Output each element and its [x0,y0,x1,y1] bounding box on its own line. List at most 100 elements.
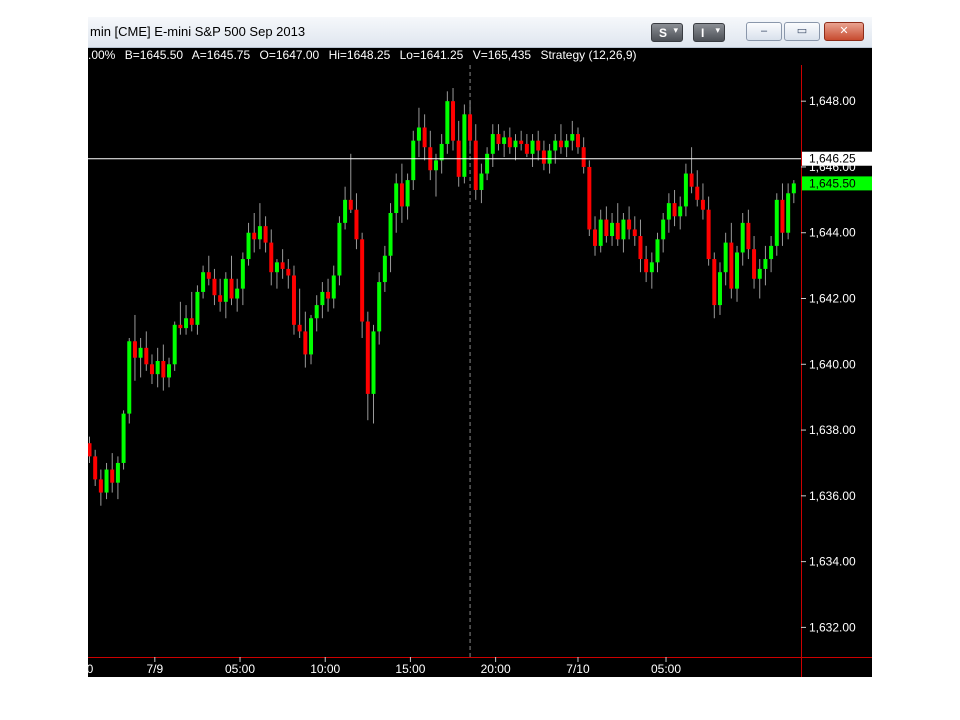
candle-up [201,272,206,292]
candle-down [297,324,302,332]
candle-up [433,160,438,171]
candle-down [144,347,149,365]
candle-up [735,252,740,289]
candle-up [530,140,535,154]
time-tick-label: 7/9 [146,662,163,676]
s-dropdown-button[interactable]: S ▾ [651,23,683,42]
close-button[interactable]: ✕ [824,22,864,41]
candle-up [757,268,762,279]
candle-up [257,226,262,240]
candle-down [536,140,541,151]
candle-down [593,229,598,246]
candle-up [564,140,569,148]
candle-up [343,199,348,223]
plot-background [88,65,872,677]
candle-up [610,222,615,237]
candle-up [371,331,376,394]
candle-up [155,361,160,375]
candle-up [377,282,382,332]
candle-down [468,114,473,141]
candle-down [672,203,677,217]
candle-up [445,101,450,144]
candle-down [360,239,365,322]
candle-down [189,318,194,325]
candle-up [490,134,495,154]
candle-down [286,268,291,276]
candle-down [712,259,717,306]
candle-down [422,127,427,148]
bid-value: B=1645.50 [124,48,184,62]
restore-button[interactable]: ▭ [784,22,820,41]
time-tick-label: 05:00 [651,662,681,676]
candle-down [110,469,115,483]
price-tick-label: 1,636.00 [809,489,856,503]
change-percent: .00% [88,48,116,62]
candle-down [229,278,234,299]
candle-up [382,255,387,283]
candle-down [729,242,734,289]
candle-up [513,140,518,148]
candle-up [331,275,336,299]
price-tick-label: 1,648.00 [809,94,856,108]
candle-up [388,213,393,256]
candle-up [666,203,671,220]
candle-down [746,222,751,250]
candle-down [473,140,478,190]
candle-down [706,209,711,260]
candle-up [223,278,228,302]
candle-up [184,318,189,329]
minimize-button[interactable]: – [746,22,782,41]
time-tick-label: 10:00 [310,662,340,676]
candle-up [411,140,416,181]
title-bar[interactable]: min [CME] E-mini S&P 500 Sep 2013 S ▾ I … [88,17,872,48]
candle-up [195,291,200,325]
candle-down [627,219,632,230]
candle-down [365,321,370,394]
candle-up [121,413,126,463]
candle-down [496,134,501,144]
candle-down [632,229,637,237]
candle-down [348,199,353,210]
s-button-label: S [659,26,668,40]
candle-up [172,324,177,365]
candle-down [88,443,92,457]
candle-up [621,219,626,240]
candle-up [547,150,552,164]
restore-icon: ▭ [796,25,808,37]
chart-window: min [CME] E-mini S&P 500 Sep 2013 S ▾ I … [88,17,872,677]
candle-up [655,239,660,263]
candle-down [132,341,137,358]
study-label: Strategy (12,26,9) [540,48,637,62]
candle-down [93,456,98,480]
candle-up [462,114,467,177]
candle-up [246,232,251,260]
chevron-down-icon: ▾ [715,25,720,35]
last-price-label: 1,645.50 [809,176,856,190]
candle-down [700,199,705,210]
candle-down [161,361,166,378]
candle-up [309,318,314,355]
candle-up [104,469,109,493]
candle-down [587,166,592,230]
candle-up [138,347,143,358]
candle-up [439,143,444,161]
candle-down [218,295,223,302]
chevron-down-icon: ▾ [673,25,678,35]
candle-down [780,199,785,233]
candlestick-chart[interactable]: 1,632.00 1,634.00 1,636.00 1,638.00 1,640.00… [88,65,872,677]
candle-down [752,249,757,279]
price-tick-label: 1,638.00 [809,423,856,437]
candle-down [252,232,257,240]
candle-up [723,242,728,273]
candle-up [786,193,791,233]
candle-down [303,331,308,355]
candle-up [167,364,172,378]
minimize-icon: – [760,25,768,37]
i-dropdown-button[interactable]: I ▾ [693,23,725,42]
candle-down [558,140,563,148]
candle-up [502,137,507,144]
i-button-label: I [701,26,705,40]
window-title: min [CME] E-mini S&P 500 Sep 2013 [90,24,306,39]
price-tick-label: 1,640.00 [809,357,856,371]
candle-up [127,341,132,414]
